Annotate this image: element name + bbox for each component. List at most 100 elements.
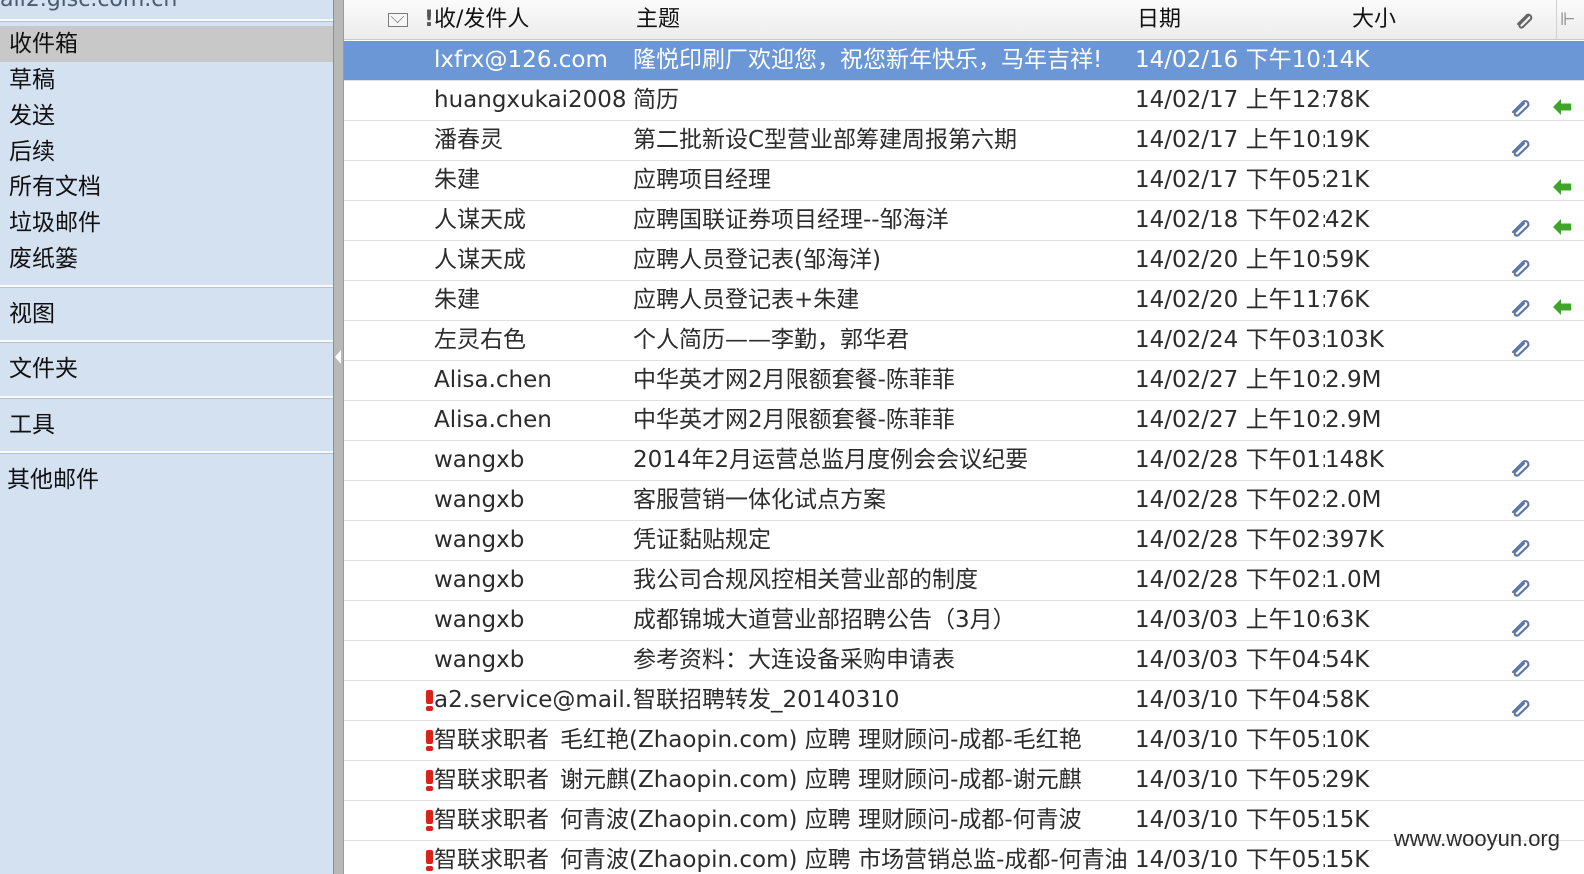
message-row[interactable]: Alisa.chen 中华英才网2月限额套餐-陈菲菲 14/02/27 上午10:5… xyxy=(344,401,1584,441)
attachment-paperclip-icon xyxy=(1510,131,1532,157)
message-subject: 第二批新设C型营业部筹建周报第六期 xyxy=(633,127,1018,153)
message-row[interactable]: wangxb 我公司合规风控相关营业部的制度 14/02/28 下午02:4 1.0M xyxy=(344,561,1584,601)
folder-trash[interactable]: 废纸篓 xyxy=(0,241,333,277)
folder-sent[interactable]: 发送 xyxy=(0,98,333,134)
column-date[interactable]: 日期 xyxy=(1137,0,1181,40)
attachment-paperclip-icon xyxy=(1510,91,1532,117)
section-folders[interactable]: 文件夹 xyxy=(0,351,333,387)
message-subject: 毛红艳(Zhaopin.com) 应聘 理财顾问-成都-毛红艳 xyxy=(560,727,1082,753)
message-row[interactable]: 智联求职者 毛红艳(Zhaopin.com) 应聘 理财顾问-成都-毛红艳 14/0… xyxy=(344,721,1584,761)
message-subject: 智联招聘转发_20140310 xyxy=(633,687,900,713)
watermark: www.wooyun.org xyxy=(1393,826,1560,851)
message-size: 21K xyxy=(1325,167,1370,193)
message-row[interactable]: 人谋天成 应聘人员登记表(邹海洋) 14/02/20 上午10:3 59K xyxy=(344,241,1584,281)
folder-inbox[interactable]: 收件箱 xyxy=(0,26,333,62)
message-size: 78K xyxy=(1325,87,1370,113)
message-row[interactable]: wangxb 凭证黏贴规定 14/02/28 下午02:4 397K xyxy=(344,521,1584,561)
exclamation-icon[interactable]: ! xyxy=(424,0,434,40)
message-from: wangxb xyxy=(434,567,525,593)
attachment-paperclip-icon xyxy=(1510,571,1532,597)
section-view[interactable]: 视图 xyxy=(0,296,333,332)
message-row[interactable]: 朱建 应聘人员登记表+朱建 14/02/20 上午11:2 76K xyxy=(344,281,1584,321)
section-other-mail[interactable]: 其他邮件 xyxy=(0,462,333,498)
message-row[interactable]: wangxb 参考资料：大连设备采购申请表 14/03/03 下午04:4 54K xyxy=(344,641,1584,681)
message-size: 29K xyxy=(1325,767,1370,793)
message-row[interactable]: 潘春灵 第二批新设C型营业部筹建周报第六期 14/02/17 上午10:5 19K xyxy=(344,121,1584,161)
collapse-arrow-icon[interactable] xyxy=(335,350,341,364)
paperclip-icon[interactable] xyxy=(1514,10,1536,30)
important-flag-icon xyxy=(426,730,433,751)
attachment-paperclip-icon xyxy=(1510,331,1532,357)
message-row[interactable]: wangxb 客服营销一体化试点方案 14/02/28 下午02:3 2.0M xyxy=(344,481,1584,521)
message-from: 人谋天成 xyxy=(434,247,526,273)
message-subject: 2014年2月运营总监月度例会会议纪要 xyxy=(633,447,1029,473)
message-subject: 何青波(Zhaopin.com) 应聘 理财顾问-成都-何青波 xyxy=(560,807,1082,833)
divider xyxy=(0,396,333,399)
important-flag-icon xyxy=(426,690,433,711)
message-date: 14/02/17 下午05:2 xyxy=(1135,167,1325,193)
message-date: 14/02/17 上午12:2 xyxy=(1135,87,1325,113)
envelope-icon[interactable] xyxy=(388,13,408,27)
replied-arrow-icon xyxy=(1551,171,1573,195)
message-row[interactable]: 朱建 应聘项目经理 14/02/17 下午05:2 21K xyxy=(344,161,1584,201)
folder-all-documents[interactable]: 所有文档 xyxy=(0,169,333,205)
replied-arrow-icon xyxy=(1551,211,1573,235)
message-size: 1.0M xyxy=(1325,567,1382,593)
attachment-paperclip-icon xyxy=(1510,691,1532,717)
list-header: ! 收/发件人 主题 日期 大小 ⊩ xyxy=(344,0,1584,40)
pane-splitter[interactable] xyxy=(333,0,344,874)
message-subject: 成都锦城大道营业部招聘公告（3月） xyxy=(633,607,1016,633)
important-flag-icon xyxy=(426,810,433,831)
message-from: 智联求职者 xyxy=(434,847,549,873)
message-size: 63K xyxy=(1325,607,1370,633)
message-from: 智联求职者 xyxy=(434,727,549,753)
message-subject: 隆悦印刷厂欢迎您，祝您新年快乐，马年吉祥! xyxy=(633,47,1103,73)
folder-drafts[interactable]: 草稿 xyxy=(0,62,333,98)
column-from[interactable]: 收/发件人 xyxy=(434,0,529,40)
message-row[interactable]: lxfrx@126.com 隆悦印刷厂欢迎您，祝您新年快乐，马年吉祥! 14/02/… xyxy=(344,41,1584,81)
message-row[interactable]: 人谋天成 应聘国联证券项目经理--邹海洋 14/02/18 下午02:5 42K xyxy=(344,201,1584,241)
message-from: lxfrx@126.com xyxy=(434,47,608,73)
attachment-paperclip-icon xyxy=(1510,451,1532,477)
message-subject: 简历 xyxy=(633,87,679,113)
message-size: 2.9M xyxy=(1325,407,1382,433)
message-row[interactable]: wangxb 2014年2月运营总监月度例会会议纪要 14/02/28 下午01:2… xyxy=(344,441,1584,481)
message-row[interactable]: huangxukai2008 简历 14/02/17 上午12:2 78K xyxy=(344,81,1584,121)
message-row[interactable]: Alisa.chen 中华英才网2月限额套餐-陈菲菲 14/02/27 上午10:5… xyxy=(344,361,1584,401)
message-from: wangxb xyxy=(434,447,525,473)
folder-junk[interactable]: 垃圾邮件 xyxy=(0,205,333,241)
message-from: wangxb xyxy=(434,487,525,513)
message-from: Alisa.chen xyxy=(434,367,552,393)
message-size: 10K xyxy=(1325,727,1370,753)
message-date: 14/02/28 下午02:3 xyxy=(1135,487,1325,513)
message-row[interactable]: a2.service@mail.z 智联招聘转发_20140310 14/03/10… xyxy=(344,681,1584,721)
message-size: 14K xyxy=(1325,47,1370,73)
message-date: 14/02/27 上午10:5 xyxy=(1135,367,1325,393)
folder-followup[interactable]: 后续 xyxy=(0,134,333,170)
attachment-paperclip-icon xyxy=(1510,211,1532,237)
message-date: 14/03/10 下午05:C xyxy=(1135,727,1325,753)
message-from: huangxukai2008 xyxy=(434,87,627,113)
message-size: 19K xyxy=(1325,127,1370,153)
section-tools[interactable]: 工具 xyxy=(0,407,333,443)
column-resize-handle[interactable]: ⊩ xyxy=(1556,0,1584,40)
attachment-paperclip-icon xyxy=(1510,531,1532,557)
sidebar: ail2.gisc.com.cn 收件箱 草稿 发送 后续 所有文档 垃圾邮件 … xyxy=(0,0,333,874)
message-row[interactable]: 智联求职者 谢元麒(Zhaopin.com) 应聘 理财顾问-成都-谢元麒 14/0… xyxy=(344,761,1584,801)
message-from: 人谋天成 xyxy=(434,207,526,233)
message-date: 14/03/10 下午04:C xyxy=(1135,687,1325,713)
message-date: 14/02/16 下午10:1 xyxy=(1135,47,1325,73)
message-date: 14/03/03 上午10:2 xyxy=(1135,607,1325,633)
message-date: 14/02/28 下午02:4 xyxy=(1135,527,1325,553)
message-row[interactable]: wangxb 成都锦城大道营业部招聘公告（3月） 14/03/03 上午10:2 63… xyxy=(344,601,1584,641)
message-size: 58K xyxy=(1325,687,1370,713)
message-from: wangxb xyxy=(434,647,525,673)
column-size[interactable]: 大小 xyxy=(1352,0,1396,40)
message-subject: 个人简历——李勤，郭华君 xyxy=(633,327,909,353)
message-from: 潘春灵 xyxy=(434,127,503,153)
message-from: a2.service@mail.z xyxy=(434,687,633,713)
column-subject[interactable]: 主题 xyxy=(636,0,680,40)
message-from: 左灵右色 xyxy=(434,327,526,353)
message-row[interactable]: 左灵右色 个人简历——李勤，郭华君 14/02/24 下午03:C 103K xyxy=(344,321,1584,361)
message-date: 14/03/10 下午05:2 xyxy=(1135,847,1325,873)
